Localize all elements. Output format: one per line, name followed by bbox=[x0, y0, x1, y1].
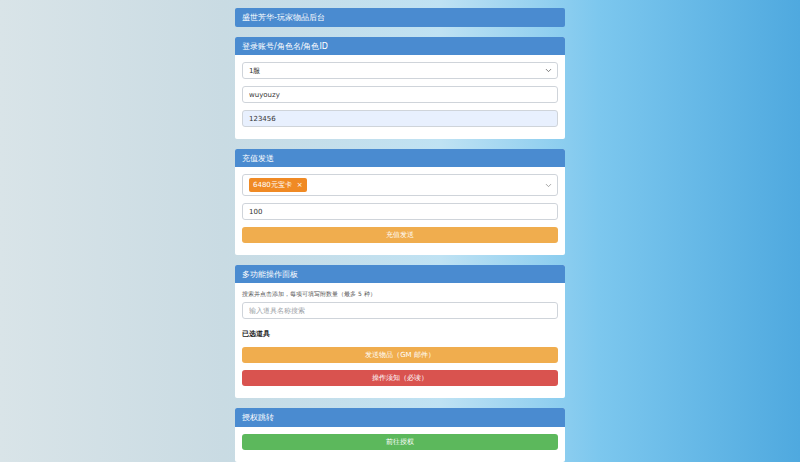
background-photo: 盛世芳华-玩家物品后台登录账号/角色名/角色ID1服充值发送6480元宝卡×充值… bbox=[0, 0, 800, 462]
panel-header: 登录账号/角色名/角色ID bbox=[235, 37, 565, 55]
role-input[interactable] bbox=[242, 110, 558, 127]
remove-tag-button[interactable]: × bbox=[297, 181, 303, 189]
auth-panel: 授权跳转前往授权 bbox=[235, 408, 565, 462]
recharge-panel: 充值发送 6480元宝卡× 充值发送 bbox=[235, 149, 565, 255]
selected-items-label: 已选道具 bbox=[242, 326, 558, 340]
multi-panel: 多功能操作面板搜索并点击添加，每项可填写附数量（最多 5 种） 已选道具发送物品（… bbox=[235, 265, 565, 398]
recharge-button[interactable]: 充值发送 bbox=[242, 227, 558, 243]
amount-input[interactable] bbox=[242, 203, 558, 220]
item-multiselect[interactable]: 6480元宝卡× bbox=[242, 174, 558, 196]
title-panel: 盛世芳华-玩家物品后台 bbox=[235, 8, 565, 27]
login-panel: 登录账号/角色名/角色ID 1服 bbox=[235, 37, 565, 139]
account-input[interactable] bbox=[242, 86, 558, 103]
auth-button[interactable]: 前往授权 bbox=[242, 434, 558, 450]
panel-header: 授权跳转 bbox=[235, 408, 565, 427]
server-select[interactable]: 1服 bbox=[242, 62, 558, 79]
item-search-input[interactable] bbox=[242, 302, 558, 319]
action-button[interactable]: 操作须知（必读） bbox=[242, 370, 558, 386]
page-title: 盛世芳华-玩家物品后台 bbox=[235, 8, 565, 27]
chevron-down-icon bbox=[544, 181, 553, 190]
content-column: 盛世芳华-玩家物品后台登录账号/角色名/角色ID1服充值发送6480元宝卡×充值… bbox=[235, 0, 565, 462]
hint-text: 搜索并点击添加，每项可填写附数量（最多 5 种） bbox=[242, 290, 558, 299]
panel-header: 充值发送 bbox=[235, 149, 565, 167]
chevron-down-icon bbox=[544, 66, 553, 75]
item-tag: 6480元宝卡× bbox=[249, 178, 307, 192]
action-button[interactable]: 发送物品（GM 邮件） bbox=[242, 347, 558, 363]
panel-header: 多功能操作面板 bbox=[235, 265, 565, 283]
